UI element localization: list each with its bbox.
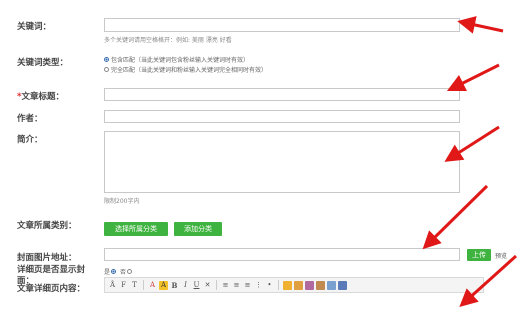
content-label: 文章详细页内容： (17, 284, 86, 294)
add-category-button[interactable]: 添加分类 (174, 222, 222, 236)
keyword-hint: 多个关键词请用空格格开：例如: 美丽 漂亮 好看 (104, 37, 232, 44)
arrow-cover (422, 184, 489, 250)
arrow-title (446, 63, 500, 92)
keyword-type-contains-radio[interactable]: 包含匹配（当此关键词包含粉丝输入关键词时有效） (104, 55, 249, 64)
bold-icon[interactable]: B (170, 281, 179, 290)
article-title-input[interactable] (104, 88, 460, 101)
ordered-list-icon[interactable]: ⋮ (254, 281, 263, 290)
align-right-icon[interactable]: ≡ (243, 281, 252, 290)
cover-image-label: 封面图片地址： (17, 253, 77, 263)
keyword-type-exact-radio[interactable]: 完全匹配（当此关键词和粉丝输入关键词完全相同时有效） (104, 65, 267, 74)
keyword-input[interactable] (104, 18, 460, 32)
link-icon[interactable] (338, 280, 347, 290)
toolbar-divider (143, 280, 144, 290)
highlight-icon[interactable]: A (159, 280, 168, 290)
show-cover-options: 是 否 (104, 267, 134, 276)
article-title-label-text: 文章标题： (21, 92, 64, 102)
preview-link[interactable]: 预览 (495, 251, 507, 260)
author-input[interactable] (104, 110, 460, 123)
keyword-type-label: 关键词类型： (17, 58, 69, 68)
show-cover-no-label: 否 (120, 269, 127, 276)
table-icon[interactable] (327, 280, 336, 290)
emoticon-icon[interactable] (283, 280, 292, 290)
keyword-label: 关键词： (17, 22, 52, 32)
summary-textarea[interactable] (104, 131, 460, 193)
eraser-icon[interactable]: ✕ (203, 281, 212, 290)
source-icon[interactable]: Å (108, 281, 117, 290)
cover-image-input[interactable] (104, 248, 460, 261)
show-cover-no-radio[interactable] (127, 269, 133, 274)
align-center-icon[interactable]: ≡ (232, 281, 241, 290)
keyword-type-exact-label: 完全匹配（当此关键词和粉丝输入关键词完全相同时有效） (111, 67, 268, 74)
media-icon[interactable] (316, 280, 325, 290)
summary-label: 简介： (17, 135, 43, 145)
font-family-icon[interactable]: F (119, 281, 128, 290)
show-cover-yes-radio[interactable] (111, 269, 117, 274)
editor-toolbar: Å F T A A B I U ✕ ≡ ≡ ≡ ⋮ • (104, 277, 484, 293)
align-left-icon[interactable]: ≡ (221, 281, 230, 290)
radio-unselected-icon (104, 67, 109, 72)
summary-limit-hint: 限制200字内 (104, 198, 140, 205)
toolbar-divider (216, 280, 217, 290)
keyword-type-contains-label: 包含匹配（当此关键词包含粉丝输入关键词时有效） (111, 57, 250, 64)
author-label: 作者： (17, 114, 43, 124)
font-size-icon[interactable]: T (130, 281, 139, 290)
article-title-label: *文章标题： (17, 90, 64, 102)
category-label: 文章所属类别： (17, 221, 77, 231)
toolbar-divider (278, 280, 279, 290)
radio-selected-icon (104, 57, 109, 62)
arrow-keyword (457, 16, 504, 34)
show-cover-yes-label: 是 (104, 269, 111, 276)
image-icon[interactable] (294, 280, 303, 290)
text-color-icon[interactable]: A (148, 281, 157, 290)
italic-icon[interactable]: I (181, 281, 190, 290)
upload-button[interactable]: 上传 (467, 249, 491, 261)
flash-icon[interactable] (305, 280, 314, 290)
unordered-list-icon[interactable]: • (265, 281, 274, 290)
select-category-button[interactable]: 选择所属分类 (104, 222, 168, 236)
show-cover-label-line1: 详细页是否显示封 (17, 265, 86, 275)
underline-icon[interactable]: U (192, 281, 201, 290)
